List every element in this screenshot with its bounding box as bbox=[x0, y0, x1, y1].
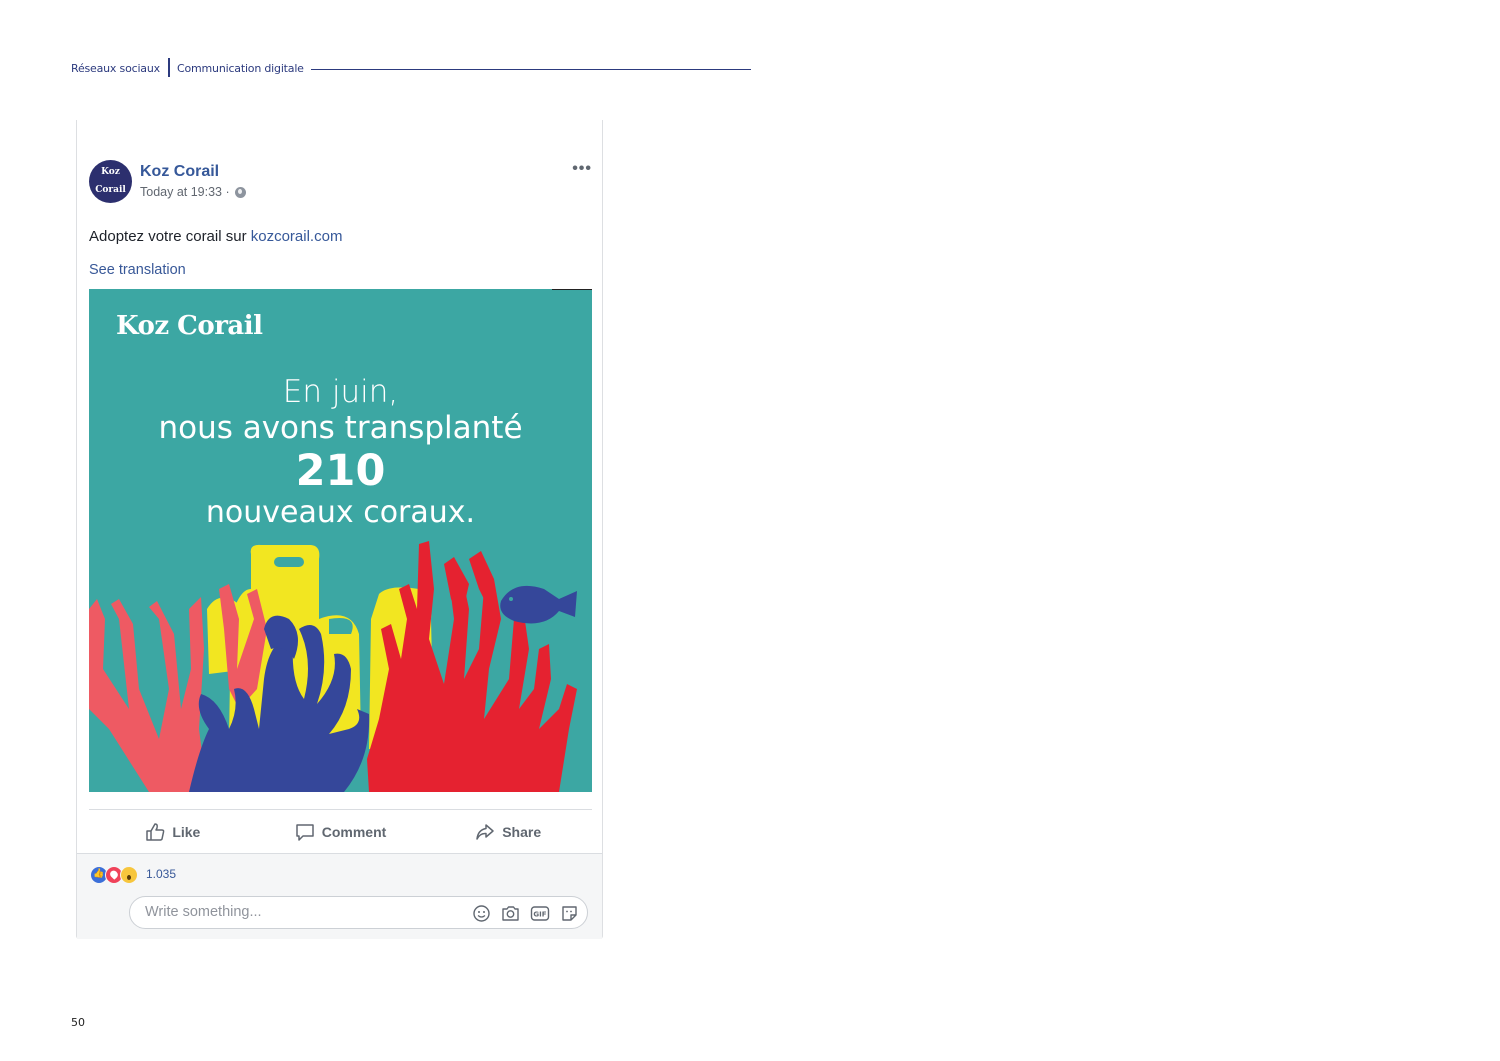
page-number: 50 bbox=[71, 1016, 85, 1029]
see-translation-link[interactable]: See translation bbox=[89, 262, 186, 278]
post-actions: Like Comment Share bbox=[89, 815, 592, 849]
image-brand: Koz Corail bbox=[116, 311, 263, 341]
page-name-link[interactable]: Koz Corail bbox=[140, 163, 219, 181]
like-button[interactable]: Like bbox=[89, 815, 257, 849]
post-footer: 1.035 GIF bbox=[77, 853, 602, 939]
wow-reaction-icon bbox=[120, 866, 138, 884]
post-meta: Today at 19:33 · bbox=[140, 185, 246, 199]
gif-icon[interactable]: GIF bbox=[530, 904, 550, 923]
avatar[interactable]: Koz Corail bbox=[89, 160, 132, 203]
more-icon[interactable]: ••• bbox=[572, 160, 592, 178]
coral-illustration bbox=[89, 541, 577, 792]
share-icon bbox=[476, 824, 494, 840]
share-label: Share bbox=[502, 824, 542, 840]
comment-icon bbox=[295, 824, 314, 841]
document-header: Réseaux sociaux Communication digitale bbox=[71, 58, 751, 80]
avatar-text-1: Koz bbox=[101, 167, 120, 177]
image-line-1: En juin, bbox=[282, 374, 399, 410]
reactions-summary[interactable] bbox=[90, 866, 138, 884]
emoji-icon[interactable] bbox=[472, 904, 491, 923]
avatar-text-2: Corail bbox=[95, 185, 126, 195]
post-image[interactable]: Koz Corail En juin, nous avons transplan… bbox=[89, 289, 592, 792]
share-button[interactable]: Share bbox=[424, 815, 592, 849]
actions-divider bbox=[89, 809, 592, 810]
comment-button[interactable]: Comment bbox=[257, 815, 425, 849]
comment-label: Comment bbox=[321, 824, 387, 840]
globe-icon bbox=[234, 186, 246, 198]
like-label: Like bbox=[172, 824, 201, 840]
section-title: Réseaux sociaux bbox=[71, 62, 160, 75]
header-rule bbox=[311, 69, 751, 70]
facebook-post-card: Koz Corail Koz Corail Today at 19:33 · ••… bbox=[76, 120, 603, 939]
subsection-title: Communication digitale bbox=[177, 62, 304, 75]
post-link[interactable]: kozcorail.com bbox=[251, 228, 343, 245]
composer-icons: GIF bbox=[472, 904, 579, 923]
image-line-2: nous avons transplanté bbox=[158, 410, 523, 446]
image-number: 210 bbox=[295, 446, 386, 496]
image-line-4: nouveaux coraux. bbox=[205, 495, 476, 530]
camera-icon[interactable] bbox=[501, 904, 520, 923]
post-timestamp[interactable]: Today at 19:33 · bbox=[140, 185, 230, 199]
comment-composer: GIF bbox=[129, 896, 588, 929]
comment-input[interactable] bbox=[143, 903, 457, 921]
reaction-count[interactable]: 1.035 bbox=[146, 867, 176, 881]
post-text-prefix: Adoptez votre corail sur bbox=[89, 228, 251, 245]
post-text: Adoptez votre corail sur kozcorail.com bbox=[89, 228, 342, 245]
svg-text:GIF: GIF bbox=[533, 911, 546, 919]
like-icon bbox=[146, 823, 165, 841]
sticker-icon[interactable] bbox=[560, 904, 579, 923]
header-separator bbox=[168, 58, 170, 77]
